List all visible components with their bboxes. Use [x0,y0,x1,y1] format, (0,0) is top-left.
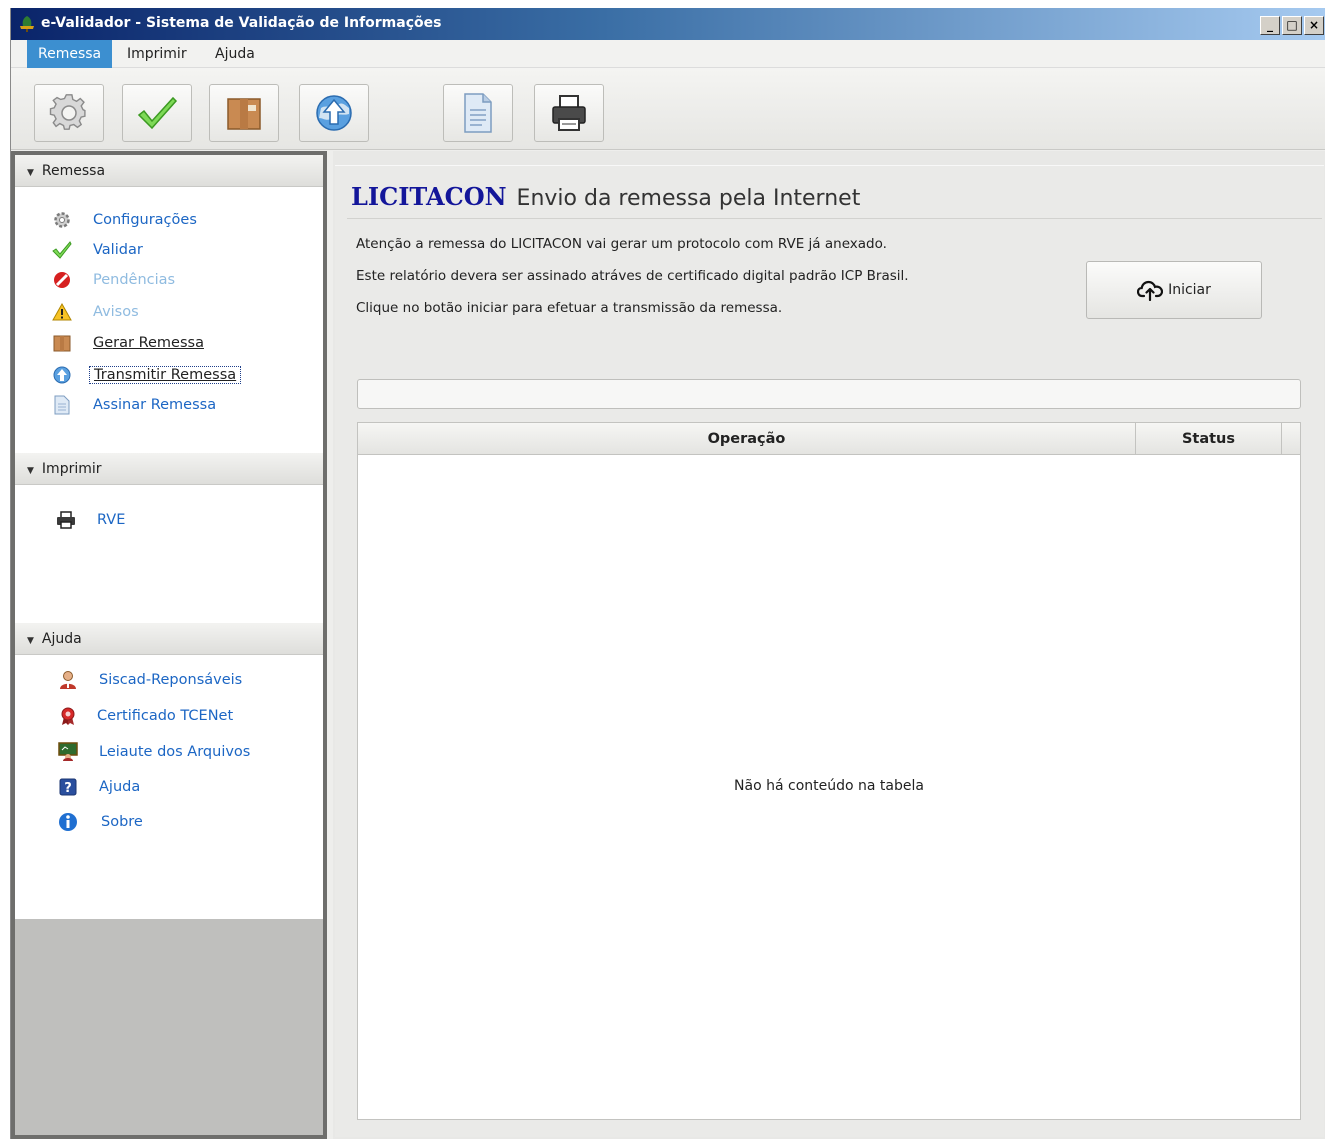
sidebar-item-avisos[interactable]: Avisos [51,301,139,323]
sidebar-item-pendencias[interactable]: Pendências [51,269,175,291]
collapse-triangle-icon: ▼ [27,466,34,476]
sidebar-item-assinar-remessa[interactable]: Assinar Remessa [51,394,216,416]
section-title: Imprimir [41,461,102,477]
svg-text:?: ? [64,781,72,796]
page-title-system: LICITACON [351,182,507,211]
toolbar-configuracoes-button[interactable] [34,84,104,142]
section-body-imprimir: RVE [15,485,323,623]
sidebar-item-gerar-remessa[interactable]: Gerar Remessa [51,332,204,354]
start-button[interactable]: Iniciar [1086,261,1262,319]
toolbar-imprimir-button[interactable] [534,84,604,142]
table-empty-message: Não há conteúdo na tabela [734,778,924,794]
sidebar-item-configuracoes[interactable]: Configurações [51,209,197,231]
globe-upload-icon [53,366,71,384]
sidebar-item-label: Siscad-Reponsáveis [99,672,243,688]
info-message-2: Este relatório devera ser assinado atráv… [356,268,909,284]
sidebar-item-label: Leiaute dos Arquivos [99,744,251,760]
package-icon [227,98,261,130]
person-icon [60,671,76,689]
sidebar-item-label: Certificado TCENet [97,708,234,724]
sidebar-item-ajuda[interactable]: ? Ajuda [57,776,140,798]
sidebar-item-label: Ajuda [99,779,141,795]
close-button[interactable]: × [1304,16,1324,35]
board-icon [58,742,78,761]
app-window: e-Validador - Sistema de Validação de In… [10,8,1325,1139]
transmit-panel: LICITACON Envio da remessa pela Internet … [335,165,1324,1137]
start-button-label: Iniciar [1168,282,1211,298]
gear-icon [54,212,70,228]
ribbon-icon [61,707,75,725]
cloud-upload-icon [1137,280,1164,301]
sidebar: ▼ Remessa Configurações Validar Pendência… [11,151,327,1139]
table-header: Operação Status [358,423,1300,455]
toolbar [11,68,1325,150]
check-icon [52,241,72,259]
section-header-imprimir[interactable]: ▼ Imprimir [15,453,323,485]
menu-imprimir[interactable]: Imprimir [116,40,198,68]
sidebar-item-sobre[interactable]: Sobre [57,811,143,833]
gear-icon [49,94,86,130]
page-title-subtitle: Envio da remessa pela Internet [516,186,861,211]
sidebar-item-validar[interactable]: Validar [51,239,143,261]
info-message-3: Clique no botão iniciar para efetuar a t… [356,300,783,316]
sidebar-item-rve[interactable]: RVE [55,509,125,531]
sidebar-item-label: Transmitir Remessa [89,366,242,384]
title-bar[interactable]: e-Validador - Sistema de Validação de In… [11,8,1325,40]
sidebar-item-transmitir-remessa[interactable]: Transmitir Remessa [51,364,242,386]
toolbar-assinar-button[interactable] [443,84,513,142]
toolbar-gerar-remessa-button[interactable] [209,84,279,142]
sidebar-item-leiaute[interactable]: Leiaute dos Arquivos [57,741,250,763]
maximize-button[interactable]: □ [1282,16,1302,35]
printer-icon [552,95,586,131]
sidebar-item-label: RVE [97,512,126,528]
info-icon [59,813,77,831]
minimize-button[interactable]: _ [1260,16,1280,35]
operations-table: Operação Status Não há conteúdo na tabel… [357,422,1301,1120]
printer-icon [57,511,75,529]
sidebar-item-certificado[interactable]: Certificado TCENet [57,705,233,727]
collapse-triangle-icon: ▼ [27,636,34,646]
column-header-operacao[interactable]: Operação [358,423,1136,455]
check-icon [137,96,178,130]
main-panel: LICITACON Envio da remessa pela Internet … [333,151,1325,1139]
window-title: e-Validador - Sistema de Validação de In… [41,15,442,31]
sidebar-item-label: Pendências [93,272,176,288]
no-entry-icon [54,272,70,288]
section-header-remessa[interactable]: ▼ Remessa [15,155,323,187]
section-title: Ajuda [41,631,82,647]
page-title: LICITACON Envio da remessa pela Internet [351,182,860,211]
help-icon: ? [59,778,77,796]
toolbar-validar-button[interactable] [122,84,192,142]
package-icon [53,335,71,352]
sidebar-item-label: Validar [93,242,143,258]
menu-bar: Remessa Imprimir Ajuda [11,40,1325,68]
toolbar-transmitir-button[interactable] [299,84,369,142]
sidebar-item-siscad[interactable]: Siscad-Reponsáveis [57,669,242,691]
document-icon [54,395,70,415]
sidebar-item-label: Avisos [93,304,139,320]
sidebar-item-label: Gerar Remessa [93,335,204,351]
section-title: Remessa [41,163,106,179]
heading-divider [347,218,1322,219]
app-logo-icon [20,16,34,32]
info-message-1: Atenção a remessa do LICITACON vai gerar… [356,236,887,252]
progress-bar [357,379,1301,409]
collapse-triangle-icon: ▼ [27,168,34,178]
section-body-ajuda: Siscad-Reponsáveis Certificado TCENet Le… [15,655,323,919]
menu-remessa[interactable]: Remessa [27,40,113,68]
globe-upload-icon [316,95,352,131]
sidebar-item-label: Assinar Remessa [93,397,217,413]
menu-ajuda[interactable]: Ajuda [204,40,266,68]
sidebar-item-label: Configurações [93,212,197,228]
document-icon [464,93,492,133]
sidebar-item-label: Sobre [101,814,143,830]
column-header-status[interactable]: Status [1136,423,1282,455]
warning-icon [52,303,72,321]
section-header-ajuda[interactable]: ▼ Ajuda [15,623,323,655]
section-body-remessa: Configurações Validar Pendências Avisos … [15,187,323,453]
